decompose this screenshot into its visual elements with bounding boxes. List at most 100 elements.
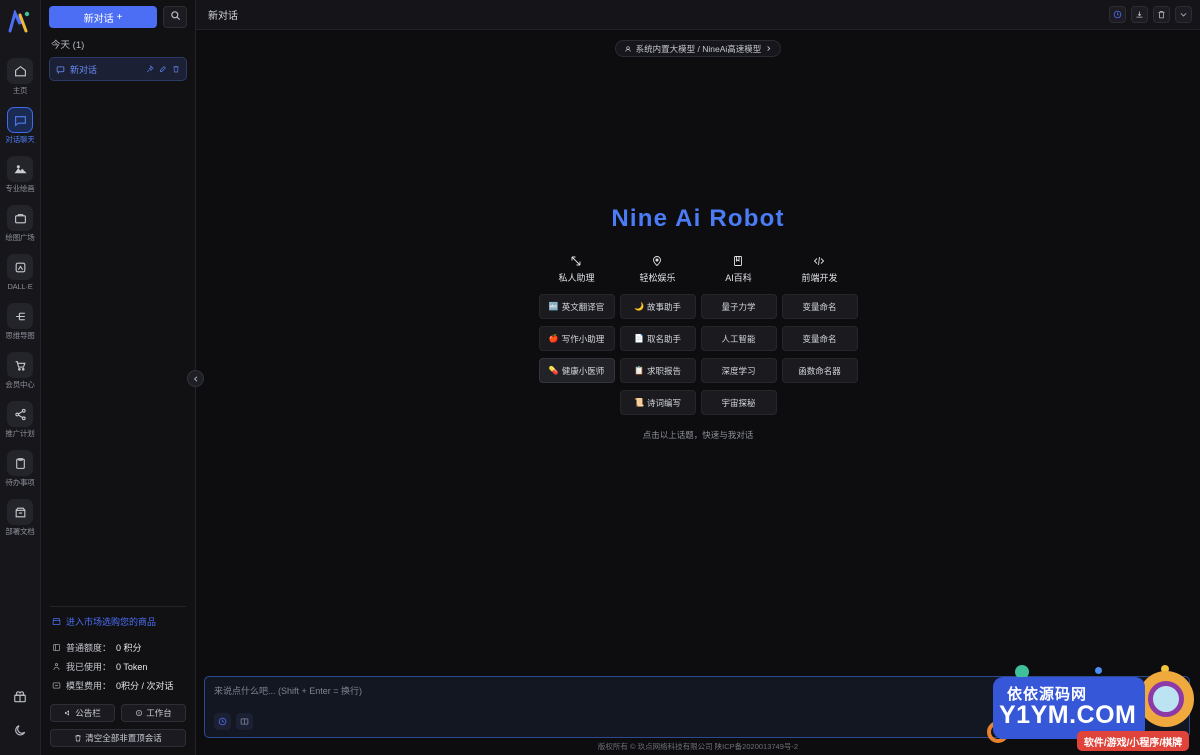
theme-toggle-icon[interactable] (10, 721, 30, 741)
topic-button[interactable]: 深度学习 (700, 358, 777, 383)
topic-button[interactable]: 量子力学 (700, 294, 777, 319)
market-link[interactable]: 进入市场选购您的商品 (50, 606, 186, 638)
topic-button[interactable]: 📄 取名助手 (619, 326, 696, 351)
topic-button[interactable]: 📜 诗词编写 (619, 390, 696, 415)
sidebar-item-mindmap[interactable]: 思维导图 (0, 297, 41, 346)
sidebar-item-promotion[interactable]: 推广计划 (0, 395, 41, 444)
sidebar-item-label: 绘图广场 (5, 233, 35, 242)
topic-emoji-icon: 💊 (548, 365, 559, 375)
topic-button[interactable]: 🌙 故事助手 (619, 294, 696, 319)
sidebar-item-label: 待办事项 (5, 478, 35, 487)
topic-label: 写作小助理 (561, 333, 605, 344)
rail-bottom-actions (10, 687, 30, 755)
topic-cell: 🍎 写作小助理 (536, 326, 617, 351)
encyclopedia-icon (732, 255, 744, 267)
topic-button[interactable]: 变量命名 (781, 326, 858, 351)
app-logo[interactable] (0, 0, 41, 44)
sidebar-collapse-button[interactable] (187, 370, 204, 387)
topic-button[interactable]: 🍎 写作小助理 (538, 326, 615, 351)
message-input[interactable]: 来说点什么吧... (Shift + Enter = 换行) (214, 684, 1180, 697)
chat-bubble-icon (56, 65, 65, 74)
clear-conversations-button[interactable]: 清空全部非置顶会话 (50, 729, 186, 747)
prompt-icon[interactable] (214, 713, 231, 730)
topic-cell (779, 390, 860, 415)
sidebar-item-dalle[interactable]: DALL·E (0, 248, 41, 297)
sidebar-item-docs[interactable]: 部署文档 (0, 493, 41, 542)
topic-cell (536, 390, 617, 415)
gallery-icon (7, 205, 33, 231)
category-assistant: 私人助理 (558, 255, 595, 284)
category-frontend: 前端开发 (801, 255, 838, 284)
download-icon[interactable] (1131, 6, 1148, 23)
topic-cell: 人工智能 (698, 326, 779, 351)
topic-button[interactable]: 变量命名 (781, 294, 858, 319)
trash-icon (74, 734, 82, 742)
announcement-button[interactable]: 公告栏 (50, 704, 115, 722)
sidebar-item-gallery[interactable]: 绘图广场 (0, 199, 41, 248)
topic-emoji-icon: 🍎 (548, 333, 559, 343)
share-icon (7, 401, 33, 427)
topic-button[interactable]: 💊 健康小医师 (538, 358, 615, 383)
mindmap-icon (7, 303, 33, 329)
search-button[interactable] (163, 6, 187, 28)
sidebar-footer: 进入市场选购您的商品 普通额度： 0 积分 我已使用： 0 Token 模型费用… (41, 606, 195, 755)
assistant-icon (570, 255, 582, 267)
category-row: 私人助理 轻松娱乐 AI百科 前端开发 (536, 255, 860, 284)
market-link-label: 进入市场选购您的商品 (66, 617, 157, 627)
quota-row-usage: 我已使用： 0 Token (50, 657, 186, 676)
sidebar-item-label: 主页 (12, 86, 28, 95)
sidebar-item-chat[interactable]: 对话聊天 (0, 101, 41, 150)
topic-button[interactable]: 人工智能 (700, 326, 777, 351)
chevron-down-icon[interactable] (1175, 6, 1192, 23)
topic-button[interactable]: 函数命名器 (781, 358, 858, 383)
topic-label: 量子力学 (721, 301, 756, 312)
quota-row-credit: 普通额度： 0 积分 (50, 638, 186, 657)
price-icon (52, 681, 61, 690)
library-icon[interactable] (236, 713, 253, 730)
topic-label: 健康小医师 (561, 365, 605, 376)
topic-button[interactable]: 📋 求职报告 (619, 358, 696, 383)
sidebar-item-label: 思维导图 (5, 331, 35, 340)
top-bar: 新对话 (196, 0, 1200, 30)
conversation-actions (146, 65, 180, 73)
category-encyclopedia: AI百科 (725, 255, 752, 284)
topic-label: 求职报告 (646, 365, 681, 376)
store-icon (52, 617, 61, 626)
category-label: 轻松娱乐 (639, 273, 676, 283)
history-icon[interactable] (1109, 6, 1126, 23)
topic-cell: 宇宙探秘 (698, 390, 779, 415)
message-composer[interactable]: 来说点什么吧... (Shift + Enter = 换行) (204, 676, 1190, 738)
model-selector[interactable]: 系统内置大模型 / NineAi高速模型 (614, 40, 782, 57)
new-chat-button[interactable]: 新对话 + (49, 6, 157, 28)
search-icon (170, 8, 181, 26)
delete-icon[interactable] (1153, 6, 1170, 23)
sidebar-item-drawing[interactable]: 专业绘画 (0, 150, 41, 199)
gift-icon[interactable] (10, 687, 30, 707)
image-icon (7, 156, 33, 182)
workbench-button[interactable]: 工作台 (121, 704, 186, 722)
delete-icon[interactable] (172, 65, 180, 73)
topic-button[interactable]: 宇宙探秘 (700, 390, 777, 415)
announcement-label: 公告栏 (75, 708, 101, 718)
pin-icon[interactable] (146, 65, 154, 73)
home-icon (7, 58, 33, 84)
doc-icon (7, 499, 33, 525)
list-item[interactable]: 新对话 (49, 57, 187, 81)
sidebar-item-todo[interactable]: 待办事项 (0, 444, 41, 493)
sidebar-item-label: 会员中心 (5, 380, 35, 389)
topic-hint: 点击以上话题，快速与我对话 (642, 430, 754, 440)
topic-cell: 函数命名器 (779, 358, 860, 383)
quota-value: 0 Token (116, 661, 148, 672)
topbar-actions (1109, 6, 1192, 23)
edit-icon[interactable] (159, 65, 167, 73)
sidebar-item-label: 专业绘画 (5, 184, 35, 193)
rail-nav: 主页 对话聊天 专业绘画 绘图广场 DALL·E 思维导图 会员中心 推广计划 … (0, 44, 41, 542)
category-label: 前端开发 (801, 273, 838, 283)
sidebar-item-membership[interactable]: 会员中心 (0, 346, 41, 395)
quota-label: 模型费用： (66, 681, 112, 691)
topic-cell: 🔤 英文翻译官 (536, 294, 617, 319)
sidebar-item-home[interactable]: 主页 (0, 52, 41, 101)
topic-button[interactable]: 🔤 英文翻译官 (538, 294, 615, 319)
topic-grid: 🔤 英文翻译官 🌙 故事助手 量子力学 变量命名 🍎 写作小助理 📄 取名助手 人工智能 变量命名 💊 健… (536, 294, 860, 415)
topic-label: 取名助手 (646, 333, 681, 344)
